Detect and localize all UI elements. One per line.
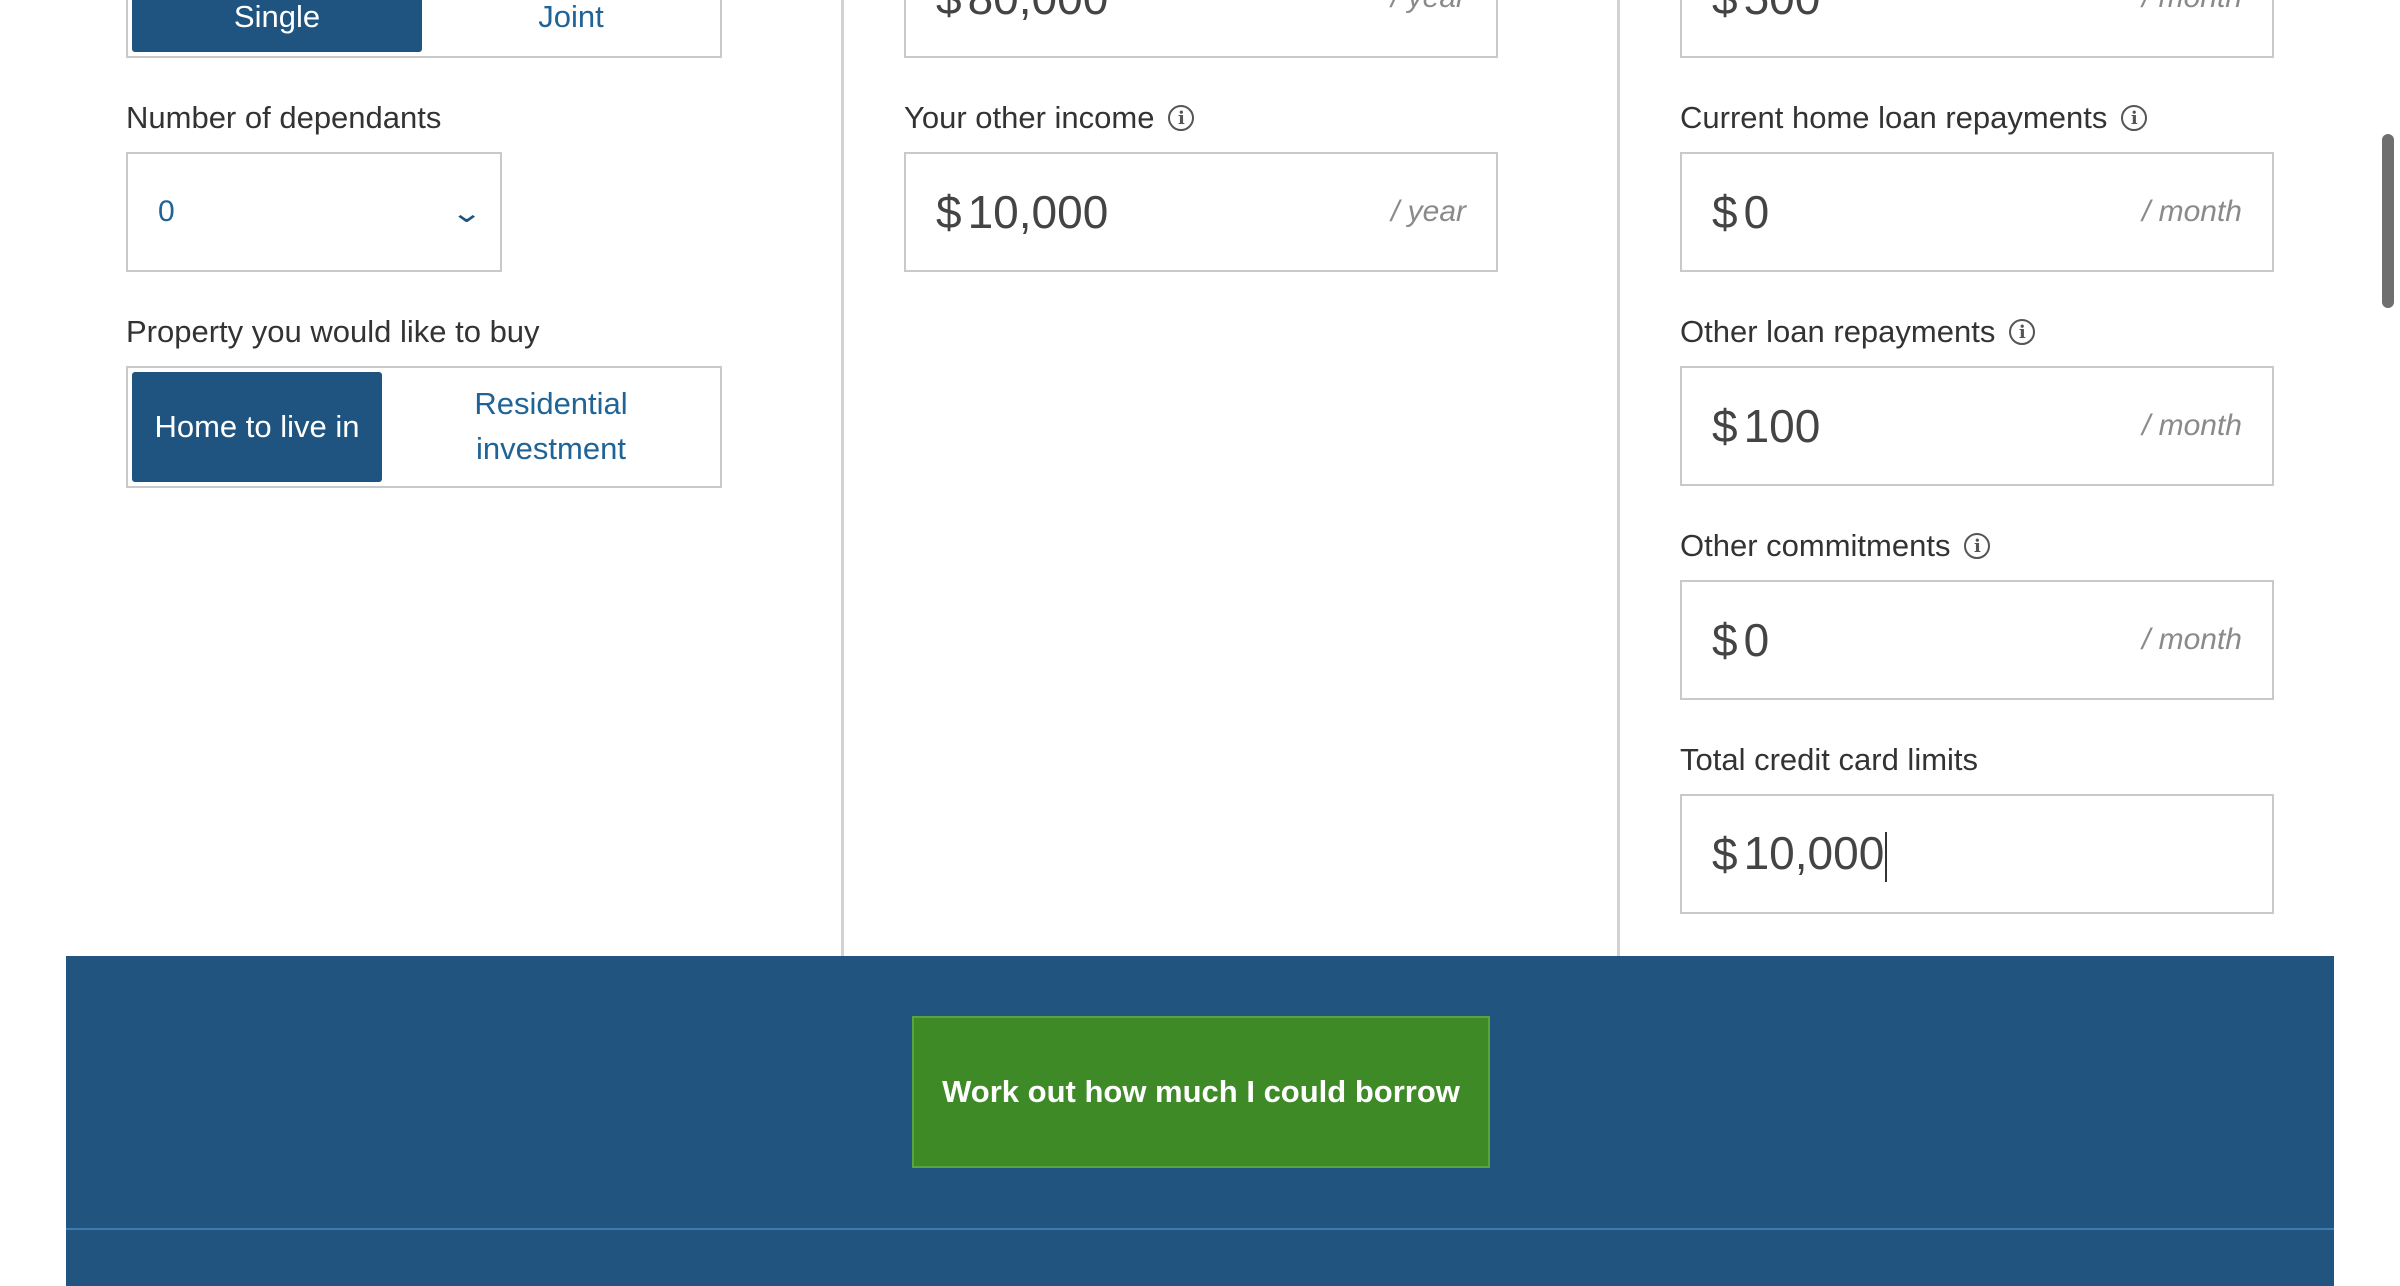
currency-symbol: $ (1712, 186, 1738, 238)
living-expenses-unit: / month (2142, 0, 2242, 15)
currency-symbol: $ (1712, 0, 1738, 25)
living-expenses-value: 500 (1744, 0, 2142, 25)
currency-symbol: $ (1712, 828, 1738, 880)
commitments-label: Other commitments i (1680, 528, 1991, 564)
other-loans-label: Other loan repayments i (1680, 314, 2036, 350)
text-cursor (1885, 831, 1888, 882)
dependants-value: 0 (158, 195, 175, 228)
dependants-select[interactable]: 0 ⌄ (126, 152, 502, 272)
home-loan-field[interactable]: $ 0 / month (1680, 152, 2274, 272)
other-income-unit: / year (1390, 195, 1466, 228)
property-home-option[interactable]: Home to live in (132, 372, 382, 482)
base-income-field[interactable]: $ 80,000 / year (904, 0, 1498, 58)
panel-divider (66, 1228, 2334, 1230)
info-circle-icon[interactable]: i (1168, 105, 1195, 131)
other-loans-label-text: Other loan repayments (1680, 314, 1996, 349)
applicant-joint-option[interactable]: Joint (426, 0, 716, 52)
scrollbar-thumb[interactable] (2382, 134, 2394, 308)
info-circle-icon[interactable]: i (2121, 105, 2148, 131)
currency-symbol: $ (936, 0, 962, 25)
credit-card-label: Total credit card limits (1680, 742, 1979, 777)
currency-symbol: $ (1712, 400, 1738, 452)
property-type-toggle: Home to live in Residential investment (126, 366, 722, 488)
credit-card-field[interactable]: $ 10,000 (1680, 794, 2274, 914)
credit-card-value-wrap: 10,000 (1744, 826, 2242, 882)
applicant-type-toggle: Single Joint (126, 0, 722, 58)
info-circle-icon[interactable]: i (2009, 319, 2036, 345)
chevron-down-icon: ⌄ (449, 196, 483, 228)
commitments-unit: / month (2141, 623, 2242, 656)
property-investment-option[interactable]: Residential investment (386, 372, 716, 482)
submit-panel: Work out how much I could borrow (66, 956, 2334, 1286)
home-loan-label-text: Current home loan repayments (1680, 100, 2108, 135)
info-circle-icon[interactable]: i (1964, 533, 1991, 559)
other-income-label: Your other income i (904, 100, 1195, 136)
column-divider (841, 0, 844, 956)
home-loan-value: 0 (1743, 186, 1770, 238)
living-expenses-field[interactable]: $ 500 / month (1680, 0, 2274, 58)
column-divider (1617, 0, 1620, 956)
credit-card-value: 10,000 (1743, 827, 1885, 880)
currency-symbol: $ (1712, 614, 1738, 666)
commitments-value: 0 (1743, 614, 1770, 666)
commitments-label-text: Other commitments (1680, 528, 1951, 563)
dependants-label: Number of dependants (126, 100, 442, 135)
home-loan-unit: / month (2141, 195, 2242, 228)
other-loans-unit: / month (2141, 409, 2242, 442)
base-income-value: 80,000 (968, 0, 1391, 25)
currency-symbol: $ (936, 186, 962, 238)
other-loans-value: 100 (1743, 400, 1821, 452)
property-label: Property you would like to buy (126, 314, 540, 349)
other-income-label-text: Your other income (904, 100, 1155, 135)
home-loan-label: Current home loan repayments i (1680, 100, 2148, 136)
other-income-value: 10,000 (967, 186, 1109, 238)
base-income-unit: / year (1391, 0, 1466, 15)
commitments-field[interactable]: $ 0 / month (1680, 580, 2274, 700)
borrow-calculate-button[interactable]: Work out how much I could borrow (912, 1016, 1490, 1168)
other-loans-field[interactable]: $ 100 / month (1680, 366, 2274, 486)
other-income-field[interactable]: $ 10,000 / year (904, 152, 1498, 272)
applicant-single-option[interactable]: Single (132, 0, 422, 52)
